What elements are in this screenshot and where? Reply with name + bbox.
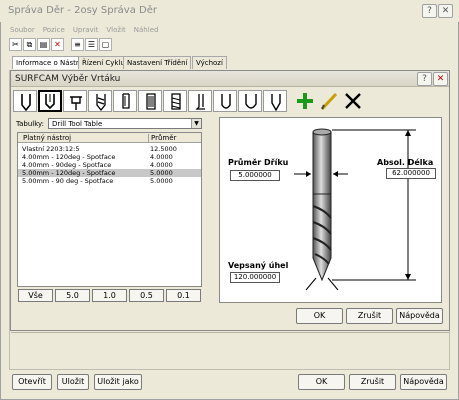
drill-type-1-icon[interactable] <box>13 90 37 112</box>
menu-vlozit[interactable]: Vložit <box>106 26 125 34</box>
tap-icon[interactable] <box>138 90 162 112</box>
tables-select-value: Drill Tool Table <box>52 120 103 128</box>
menu-soubor[interactable]: Soubor <box>10 26 35 34</box>
absolute-length-value: 62.000000 <box>386 168 436 179</box>
drill-type-4-icon[interactable] <box>88 90 112 112</box>
dialog-title-bar: SURFCAM Výběr Vrtáku ? ✕ <box>11 71 449 87</box>
column-header-tool[interactable]: Platný nástroj <box>23 134 71 142</box>
drill-type-5-icon[interactable] <box>113 90 137 112</box>
cut-icon[interactable]: ✂ <box>9 38 22 51</box>
main-window-title: Správa Děr - 2osy Správa Děr <box>8 5 157 16</box>
table-row[interactable]: 5.00mm - 120deg - Spotface 5.0000 <box>18 169 201 177</box>
tab-cycle-control[interactable]: Řízení Cyklu <box>78 56 129 69</box>
filter-0-5-button[interactable]: 0.5 <box>129 289 164 302</box>
save-button[interactable]: Uložit <box>57 374 89 390</box>
u-tool-2-icon[interactable] <box>238 90 262 112</box>
shank-diameter-label: Průměr Dříku <box>228 158 289 167</box>
column-header-diameter[interactable]: Průměr <box>148 134 176 142</box>
filter-1-button[interactable]: 1.0 <box>92 289 127 302</box>
filter-5-button[interactable]: 5.0 <box>55 289 90 302</box>
main-cancel-button[interactable]: Zrušit <box>349 374 396 390</box>
v-tool-icon[interactable] <box>263 90 287 112</box>
u-tool-1-icon[interactable] <box>213 90 237 112</box>
main-help-button[interactable]: ? <box>422 4 437 18</box>
tool-name-cell: 5.00mm - 90 deg - Spotface <box>22 177 114 185</box>
tool-diameter-cell: 5.0000 <box>150 177 173 185</box>
main-ok-button[interactable]: OK <box>298 374 345 390</box>
edit-pencil-icon[interactable] <box>318 90 342 112</box>
list-header: Platný nástroj Průměr <box>18 133 201 143</box>
save-as-button[interactable]: Uložit jako <box>94 374 142 390</box>
drill-diagram-panel: Průměr Dříku 5.000000 Absol. Délka 62.00… <box>219 117 442 303</box>
tab-defaults[interactable]: Výchozí <box>192 56 227 69</box>
absolute-length-label: Absol. Délka <box>377 158 434 167</box>
menu-nahled[interactable]: Náhled <box>134 26 159 34</box>
sort-asc-icon[interactable]: ≡ <box>71 38 84 51</box>
menu-bar: Soubor Pozice Upravit Vložit Náhled <box>10 25 166 35</box>
dialog-ok-button[interactable]: OK <box>296 308 343 324</box>
tool-name-cell: 5.00mm - 120deg - Spotface <box>22 169 116 177</box>
sort-desc-icon[interactable]: ☰ <box>85 38 98 51</box>
dialog-help-button[interactable]: ? <box>417 72 432 86</box>
table-row[interactable]: Vlastní 2203:12:5 12.5000 <box>18 145 201 153</box>
tool-diameter-cell: 4.0000 <box>150 153 173 161</box>
spotface-icon[interactable] <box>63 90 87 112</box>
main-close-button[interactable]: ✕ <box>438 4 453 18</box>
paste-icon[interactable]: ▤ <box>37 38 50 51</box>
table-row[interactable]: 4.00mm - 120deg - Spotface 4.0000 <box>18 153 201 161</box>
tables-select[interactable]: Drill Tool Table ▼ <box>48 118 202 129</box>
tables-label: Tabulky: <box>16 120 45 128</box>
point-angle-value: 120.000000 <box>230 272 280 283</box>
menu-pozice[interactable]: Pozice <box>43 26 65 34</box>
point-angle-label: Vepsaný úhel <box>228 261 289 270</box>
tab-sort-settings[interactable]: Nastavení Třídění <box>123 56 192 69</box>
filter-0-1-button[interactable]: 0.1 <box>166 289 201 302</box>
add-icon[interactable] <box>293 90 317 112</box>
menu-upravit[interactable]: Upravit <box>73 26 99 34</box>
filter-all-button[interactable]: Vše <box>18 289 53 302</box>
tool-diameter-cell: 12.5000 <box>150 145 177 153</box>
delete-icon[interactable]: ✕ <box>51 38 64 51</box>
preview-icon[interactable]: ▢ <box>99 38 112 51</box>
drill-type-2-icon[interactable] <box>38 90 62 112</box>
table-row[interactable]: 5.00mm - 90 deg - Spotface 5.0000 <box>18 177 201 185</box>
tool-rows: Vlastní 2203:12:5 12.5000 4.00mm - 120deg … <box>18 145 201 185</box>
delete-tool-icon[interactable] <box>341 90 365 112</box>
tool-diameter-cell: 4.0000 <box>150 161 173 169</box>
boring-bar-icon[interactable] <box>188 90 212 112</box>
tool-name-cell: 4.00mm - 120deg - Spotface <box>22 153 116 161</box>
open-button[interactable]: Otevřít <box>12 374 52 390</box>
chevron-down-icon[interactable]: ▼ <box>191 119 201 128</box>
dialog-help-text-button[interactable]: Nápověda <box>396 308 443 324</box>
copy-icon[interactable]: ⧉ <box>23 38 36 51</box>
shank-diameter-value: 5.000000 <box>230 170 280 181</box>
drill-type-toolbar <box>13 90 361 112</box>
tool-name-cell: 4.00mm - 90deg - Spotface <box>22 161 112 169</box>
dialog-title: SURFCAM Výběr Vrtáku <box>15 74 121 84</box>
tool-diameter-cell: 5.0000 <box>150 169 173 177</box>
tool-list: Platný nástroj Průměr Vlastní 2203:12:5 1… <box>17 132 202 287</box>
divider <box>11 332 449 333</box>
table-row[interactable]: 4.00mm - 90deg - Spotface 4.0000 <box>18 161 201 169</box>
main-toolbar: ✂ ⧉ ▤ ✕ ≡ ☰ ▢ <box>9 38 119 52</box>
reamer-icon[interactable] <box>163 90 187 112</box>
dialog-close-button[interactable]: ✕ <box>433 72 448 86</box>
tool-name-cell: Vlastní 2203:12:5 <box>22 145 80 153</box>
main-title-bar: Správa Děr - 2osy Správa Děr ? ✕ <box>0 0 459 22</box>
main-tab-strip: Informace o Nástroji Řízení Cyklu Nastav… <box>12 56 227 70</box>
main-help-text-button[interactable]: Nápověda <box>400 374 447 390</box>
dialog-cancel-button[interactable]: Zrušit <box>346 308 393 324</box>
